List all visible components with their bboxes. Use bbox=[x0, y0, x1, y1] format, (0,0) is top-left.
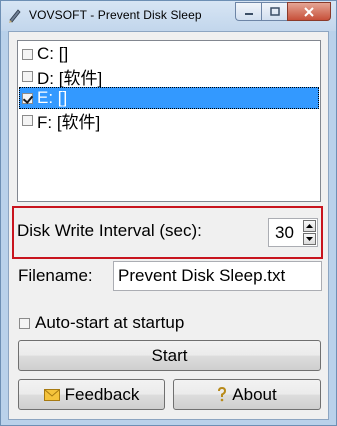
client-area: C: [] D: [软件] E: [] F: [软件] Disk Write I… bbox=[8, 31, 329, 420]
minimize-icon bbox=[244, 12, 253, 15]
app-pen-icon bbox=[7, 7, 23, 23]
spin-down-button[interactable] bbox=[303, 233, 316, 245]
autostart-option[interactable]: Auto-start at startup bbox=[19, 313, 184, 333]
maximize-button[interactable] bbox=[261, 2, 287, 21]
autostart-label: Auto-start at startup bbox=[35, 313, 185, 332]
feedback-button[interactable]: Feedback bbox=[18, 379, 165, 410]
drive-d-checkbox[interactable] bbox=[22, 70, 33, 82]
drive-item-f[interactable]: F: [软件] bbox=[19, 109, 319, 132]
interval-value[interactable]: 30 bbox=[275, 223, 294, 243]
interval-highlight: Disk Write Interval (sec): 30 bbox=[12, 206, 323, 259]
minimize-button[interactable] bbox=[235, 2, 261, 21]
interval-label: Disk Write Interval (sec): bbox=[17, 221, 202, 240]
interval-spinner[interactable]: 30 bbox=[268, 218, 318, 247]
start-button[interactable]: Start bbox=[18, 340, 321, 371]
drive-e-checkbox[interactable] bbox=[22, 92, 33, 104]
arrow-down-icon bbox=[306, 237, 313, 241]
drive-item-e[interactable]: E: [] bbox=[19, 87, 319, 109]
start-button-label: Start bbox=[151, 345, 188, 365]
maximize-icon bbox=[269, 7, 280, 16]
app-window: VOVSOFT - Prevent Disk Sleep C: [] D: [软… bbox=[0, 0, 337, 426]
filename-label: Filename: bbox=[18, 266, 93, 285]
drive-item-label: E: [] bbox=[37, 88, 68, 107]
drive-item-d[interactable]: D: [软件] bbox=[19, 65, 319, 88]
title-bar[interactable]: VOVSOFT - Prevent Disk Sleep bbox=[1, 1, 336, 31]
spin-up-button[interactable] bbox=[303, 220, 316, 232]
filename-input[interactable]: Prevent Disk Sleep.txt bbox=[113, 261, 322, 291]
about-button[interactable]: About bbox=[173, 379, 321, 410]
question-icon bbox=[217, 387, 227, 402]
drive-item-label: C: [] bbox=[37, 44, 69, 63]
drive-f-checkbox[interactable] bbox=[22, 114, 33, 126]
drive-c-checkbox[interactable] bbox=[22, 48, 33, 60]
close-icon bbox=[304, 6, 314, 17]
window-title: VOVSOFT - Prevent Disk Sleep bbox=[29, 8, 202, 22]
close-button[interactable] bbox=[287, 2, 331, 21]
envelope-icon bbox=[43, 388, 60, 401]
drive-item-label: F: [软件] bbox=[37, 112, 101, 132]
feedback-button-label: Feedback bbox=[64, 384, 140, 404]
drive-item-c[interactable]: C: [] bbox=[19, 43, 319, 65]
window-controls bbox=[235, 2, 331, 21]
about-button-label: About bbox=[232, 384, 277, 404]
arrow-up-icon bbox=[306, 224, 313, 228]
drive-item-label: D: [软件] bbox=[37, 68, 103, 88]
autostart-checkbox[interactable] bbox=[19, 317, 30, 329]
drive-list[interactable]: C: [] D: [软件] E: [] F: [软件] bbox=[17, 40, 321, 202]
